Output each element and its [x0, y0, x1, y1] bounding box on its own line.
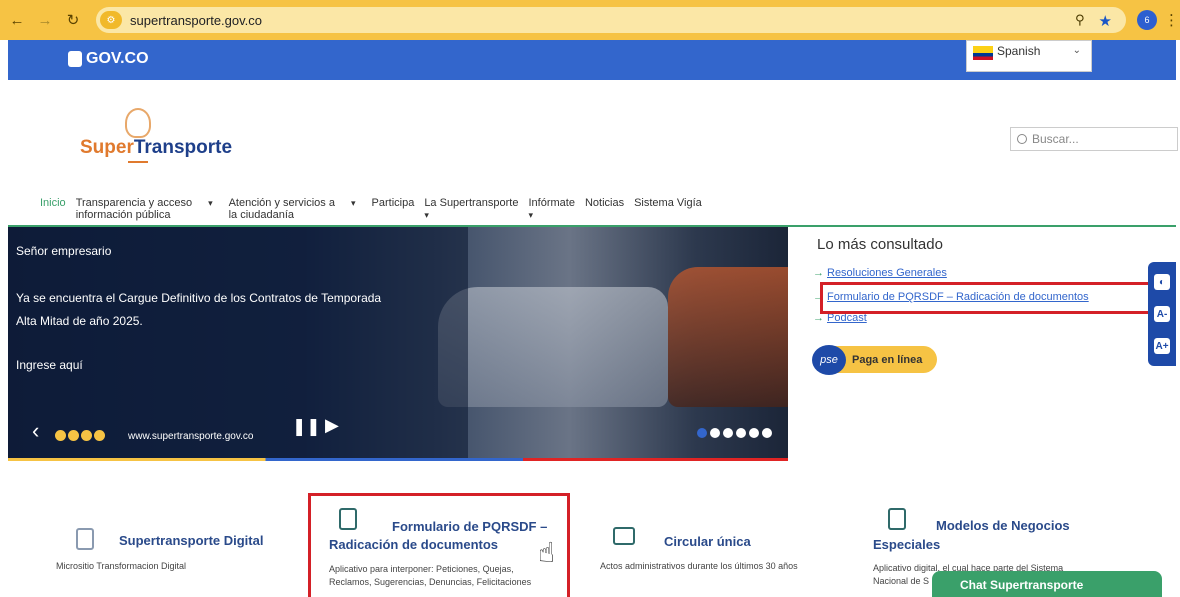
hero-cta-link[interactable]: Ingrese aquí — [16, 358, 83, 372]
gov-co-logo[interactable]: GOV.CO — [68, 50, 149, 68]
social-icons — [55, 430, 105, 441]
menu-item-label: La Supertransporte — [424, 197, 519, 209]
menu-item-sistema-vigia[interactable]: Sistema Vigía — [634, 197, 702, 221]
digital-icon — [76, 528, 94, 550]
chevron-down-icon: ▾ — [528, 210, 534, 220]
menu-item-transparencia[interactable]: Transparencia y acceso información públic… — [76, 197, 192, 221]
hero-carousel[interactable]: Señor empresario Ya se encuentra el Carg… — [8, 227, 788, 461]
gov-co-text: GOV.CO — [86, 50, 149, 67]
instagram-icon[interactable] — [81, 430, 92, 441]
chevron-down-icon: ⌄ — [1072, 45, 1081, 56]
card-desc-modelos-line2: Nacional de S — [873, 576, 930, 586]
language-select[interactable]: Spanish ⌄ — [966, 40, 1092, 72]
browser-menu-icon[interactable]: ⋮ — [1164, 11, 1179, 29]
menu-item-label: información pública — [75, 209, 171, 221]
hero-site-url: www.supertransporte.gov.co — [128, 431, 254, 442]
search-icon — [1017, 134, 1027, 144]
pause-icon[interactable]: ❚❚ — [292, 417, 321, 437]
chevron-down-icon: ▾ — [424, 210, 429, 220]
chevron-down-icon[interactable]: ▾ — [208, 197, 213, 221]
card-title-digital[interactable]: Supertransporte Digital — [119, 532, 263, 549]
address-bar[interactable]: ⚙ supertransporte.gov.co ⚲ ★ — [96, 7, 1126, 33]
zoom-icon[interactable]: ⚲ — [1075, 12, 1085, 30]
menu-item-label: Infórmate — [528, 197, 575, 209]
link-resoluciones-generales[interactable]: → Resoluciones Generales — [813, 267, 947, 279]
menu-item-label: Transparencia y acceso — [75, 197, 193, 209]
site-logo[interactable]: SuperTransporte — [80, 137, 232, 159]
card-title-modelos-line2[interactable]: Especiales — [873, 536, 940, 553]
carousel-dots — [697, 428, 772, 438]
chat-button[interactable]: Chat Supertransporte — [932, 571, 1162, 597]
card-title-modelos-line1[interactable]: Modelos de Negocios — [936, 517, 1070, 534]
carousel-prev-icon[interactable]: ‹ — [32, 418, 39, 444]
reload-icon[interactable]: ↻ — [62, 9, 84, 31]
bookmark-star-icon[interactable]: ★ — [1099, 12, 1112, 30]
back-icon[interactable]: ← — [6, 9, 28, 31]
chevron-down-icon[interactable]: ▾ — [351, 197, 356, 221]
increase-font-icon[interactable]: A+ — [1154, 338, 1170, 354]
forward-icon[interactable]: → — [34, 9, 56, 31]
logo-super: Super — [80, 137, 134, 158]
search-input[interactable]: Buscar... — [1010, 127, 1178, 151]
card-desc-circular: Actos administrativos durante los último… — [600, 561, 798, 571]
hero-line-2: Ya se encuentra el Cargue Definitivo de … — [16, 291, 382, 305]
business-models-icon — [888, 508, 906, 530]
gov-bar: GOV.CO Spanish ⌄ — [8, 40, 1176, 80]
hero-bus-image — [668, 267, 788, 407]
logo-transporte: Transporte — [133, 137, 233, 158]
main-menu: Inicio Transparencia y acceso información… — [40, 197, 702, 221]
site-info-icon[interactable]: ⚙ — [100, 11, 122, 29]
facebook-icon[interactable] — [55, 430, 66, 441]
twitter-icon[interactable] — [68, 430, 79, 441]
carousel-dot[interactable] — [697, 428, 707, 438]
card-title-circular[interactable]: Circular única — [664, 533, 751, 550]
profile-avatar[interactable]: 6 — [1137, 10, 1157, 30]
decrease-font-icon[interactable]: A- — [1154, 306, 1170, 322]
hero-van-image — [438, 287, 668, 407]
hero-line-3: Alta Mitad de año 2025. — [16, 314, 143, 328]
accessibility-toolbar: ◐ A- A+ — [1148, 262, 1176, 366]
carousel-dot[interactable] — [762, 428, 772, 438]
carousel-dot[interactable] — [749, 428, 759, 438]
menu-item-informate[interactable]: Infórmate ▾ — [528, 197, 574, 221]
logo-underline — [128, 161, 148, 163]
flag-icon — [973, 46, 993, 60]
carousel-dot[interactable] — [723, 428, 733, 438]
card-desc-digital: Micrositio Transformacion Digital — [56, 561, 187, 571]
highlight-box-pqrsdf-card — [308, 493, 570, 597]
hero-color-stripe — [8, 458, 788, 461]
carousel-dot[interactable] — [736, 428, 746, 438]
pse-logo-icon: pse — [812, 344, 846, 375]
carousel-dot[interactable] — [710, 428, 720, 438]
gov-seal-icon — [68, 51, 82, 67]
menu-item-label: Atención y servicios a — [228, 197, 335, 209]
supertransporte-shield-icon — [125, 108, 151, 138]
link-label: Resoluciones Generales — [827, 267, 947, 279]
youtube-icon[interactable] — [94, 430, 105, 441]
hand-cursor-icon: ☝ — [538, 537, 556, 568]
play-icon[interactable]: ▶ — [325, 415, 339, 436]
pse-pay-button[interactable]: pse Paga en línea — [812, 344, 937, 375]
menu-item-atencion[interactable]: Atención y servicios a la ciudadanía — [229, 197, 335, 221]
highlight-box-pqrsdf-link — [820, 282, 1161, 314]
hero-overlay — [8, 227, 468, 461]
menu-item-la-supertransporte[interactable]: La Supertransporte ▾ — [424, 197, 518, 221]
language-value: Spanish — [997, 44, 1041, 58]
contrast-icon[interactable]: ◐ — [1154, 274, 1170, 290]
menu-item-inicio[interactable]: Inicio — [40, 197, 66, 221]
most-consulted-title: Lo más consultado — [817, 236, 943, 253]
menu-item-participa[interactable]: Participa — [372, 197, 415, 221]
search-placeholder: Buscar... — [1032, 132, 1079, 146]
menu-item-label: la ciudadanía — [228, 209, 295, 221]
pse-label: Paga en línea — [852, 353, 923, 366]
circular-document-icon — [613, 527, 635, 545]
hero-line-1: Señor empresario — [16, 244, 112, 258]
url-text: supertransporte.gov.co — [130, 12, 262, 28]
menu-item-noticias[interactable]: Noticias — [585, 197, 624, 221]
